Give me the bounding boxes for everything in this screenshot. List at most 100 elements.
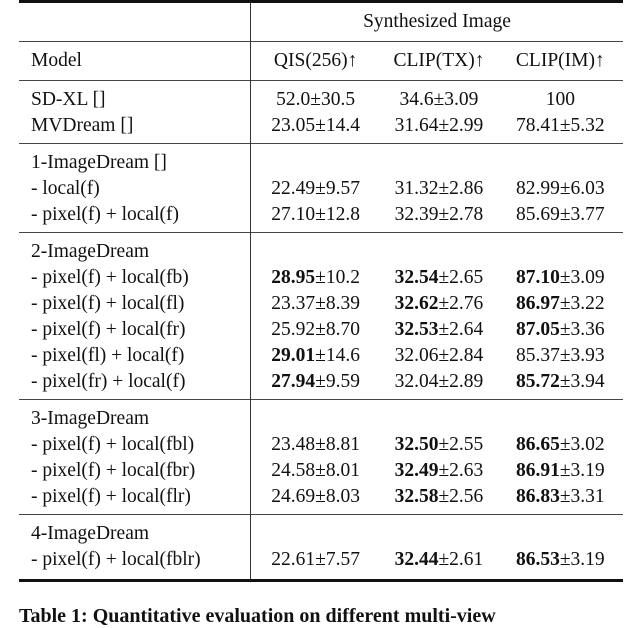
cell-std: ±9.57 xyxy=(315,178,360,199)
cell-std: ±2.89 xyxy=(438,371,484,392)
model-name: MVDream [] xyxy=(31,115,134,136)
cell-std: ±8.01 xyxy=(315,460,360,481)
clip-tx-cell: 32.53±2.64 xyxy=(380,317,497,343)
cell-value: 22.61 xyxy=(271,549,316,570)
cell-value: 82.99 xyxy=(515,178,560,199)
cell-std: ±10.2 xyxy=(315,267,360,288)
cell-value: 32.58 xyxy=(394,486,439,507)
cell-value: 32.62 xyxy=(394,293,439,314)
table-caption: Table 1: Quantitative evaluation on diff… xyxy=(19,605,496,627)
section-title-row: 3-ImageDream xyxy=(19,399,623,432)
cell-value: 86.65 xyxy=(515,434,560,455)
section-title: 4-ImageDream xyxy=(19,514,251,547)
table-row: - pixel(f) + local(flr) 24.69±8.03 32.58±2… xyxy=(19,484,623,515)
clip-tx-cell: 34.6±3.09 xyxy=(380,80,498,113)
table-row: - pixel(f) + local(fb) 28.95±10.2 32.54±2.… xyxy=(19,265,623,291)
section-title: 1-ImageDream [] xyxy=(19,143,251,176)
cell-value: 24.69 xyxy=(271,486,316,507)
qis-cell: 27.94±9.59 xyxy=(250,369,381,400)
clip-im-cell: 87.10±3.09 xyxy=(498,265,623,291)
table-row: MVDream [] 23.05±14.4 31.64±2.99 78.41±5.32 xyxy=(19,113,623,144)
cell-value: 85.72 xyxy=(515,371,560,392)
cell-value: 32.50 xyxy=(394,434,439,455)
cell-std: ±5.32 xyxy=(559,115,605,136)
model-name: - pixel(f) + local(flr) xyxy=(31,486,191,507)
cell-value: 25.92 xyxy=(271,319,316,340)
clip-im-cell: 100 xyxy=(497,80,623,113)
section-title-row: 1-ImageDream [] xyxy=(19,143,623,176)
cell-std: ±3.19 xyxy=(559,549,605,570)
cell-value: 34.6 xyxy=(399,89,434,110)
cell-value: 52.0 xyxy=(276,89,311,110)
cell-value: 86.53 xyxy=(515,549,560,570)
clip-tx-cell: 32.49±2.63 xyxy=(380,458,497,484)
cell-value: 32.49 xyxy=(394,460,439,481)
cell-value: 31.32 xyxy=(394,178,439,199)
header-clip-im: CLIP(IM)↑ xyxy=(497,41,623,81)
cell-std: ±2.65 xyxy=(438,267,484,288)
model-name: SD-XL [] xyxy=(19,80,251,113)
cell-std: ±3.09 xyxy=(559,267,605,288)
header-qis: QIS(256)↑ xyxy=(250,41,381,81)
cell-value: 29.01 xyxy=(271,345,316,366)
clip-tx-cell: 31.32±2.86 xyxy=(380,176,497,202)
model-name: - pixel(f) + local(fbl) xyxy=(31,434,195,455)
table-row: - pixel(f) + local(fr) 25.92±8.70 32.53±2.… xyxy=(19,317,623,343)
cell-value: 28.95 xyxy=(271,267,316,288)
cell-std: ±2.76 xyxy=(438,293,484,314)
clip-tx-cell: 31.64±2.99 xyxy=(380,113,497,144)
cell-std: ±2.63 xyxy=(438,460,484,481)
model-name: - pixel(f) + local(fbr) xyxy=(31,460,196,481)
cell-value: 32.44 xyxy=(394,549,439,570)
cell-std: ±8.39 xyxy=(315,293,360,314)
cell-std: ±9.59 xyxy=(315,371,360,392)
cell-std: ±2.64 xyxy=(438,319,484,340)
qis-cell: 22.61±7.57 xyxy=(250,547,381,582)
cell-value: 78.41 xyxy=(515,115,560,136)
qis-cell: 25.92±8.70 xyxy=(250,317,381,343)
cell-value: 85.37 xyxy=(515,345,560,366)
clip-tx-cell: 32.62±2.76 xyxy=(380,291,497,317)
cell-value: 100 xyxy=(545,89,575,110)
cell-std: ±3.31 xyxy=(559,486,605,507)
cell-value: 24.58 xyxy=(271,460,316,481)
cell-std: ±3.93 xyxy=(559,345,605,366)
cell-value: 23.05 xyxy=(271,115,316,136)
qis-cell: 28.95±10.2 xyxy=(250,265,381,291)
cell-std: ±12.8 xyxy=(315,204,360,225)
column-header-row: Model QIS(256)↑ CLIP(TX)↑ CLIP(IM)↑ xyxy=(19,41,623,81)
cell-std: ±3.77 xyxy=(559,204,605,225)
cell-std: ±2.56 xyxy=(438,486,484,507)
cell-std: ±2.84 xyxy=(438,345,484,366)
cell-std: ±8.03 xyxy=(315,486,360,507)
cell-std: ±3.19 xyxy=(559,460,605,481)
cell-std: ±3.22 xyxy=(559,293,605,314)
table-row: - pixel(f) + local(fbl) 23.48±8.81 32.50±2… xyxy=(19,432,623,458)
cell-value: 85.69 xyxy=(515,204,560,225)
cell-std: ±2.86 xyxy=(438,178,484,199)
table-row: - local(f) 22.49±9.57 31.32±2.86 82.99±6.03 xyxy=(19,176,623,202)
qis-cell: 24.69±8.03 xyxy=(250,484,381,515)
clip-im-cell: 85.69±3.77 xyxy=(498,202,623,233)
cell-value: 23.37 xyxy=(271,293,316,314)
cell-std: ±3.94 xyxy=(559,371,605,392)
qis-cell: 23.05±14.4 xyxy=(250,113,381,144)
model-name: - pixel(fr) + local(f) xyxy=(31,371,186,392)
cell-std: ±2.78 xyxy=(438,204,484,225)
clip-im-cell: 86.65±3.02 xyxy=(498,432,623,458)
section-title: 3-ImageDream xyxy=(19,399,251,432)
section-title-row: 4-ImageDream xyxy=(19,514,623,547)
cell-value: 27.94 xyxy=(271,371,316,392)
model-name: - pixel(f) + local(fb) xyxy=(31,267,189,288)
cell-std: ±2.99 xyxy=(438,115,484,136)
cell-std: ±6.03 xyxy=(559,178,605,199)
cell-std: ±7.57 xyxy=(315,549,360,570)
cell-std: ±3.09 xyxy=(433,89,479,110)
cell-value: 86.83 xyxy=(515,486,560,507)
qis-cell: 29.01±14.6 xyxy=(250,343,381,369)
cell-value: 87.05 xyxy=(515,319,560,340)
clip-tx-cell: 32.50±2.55 xyxy=(380,432,497,458)
clip-im-cell: 86.91±3.19 xyxy=(498,458,623,484)
cell-value: 32.04 xyxy=(394,371,439,392)
cell-std: ±2.55 xyxy=(438,434,484,455)
